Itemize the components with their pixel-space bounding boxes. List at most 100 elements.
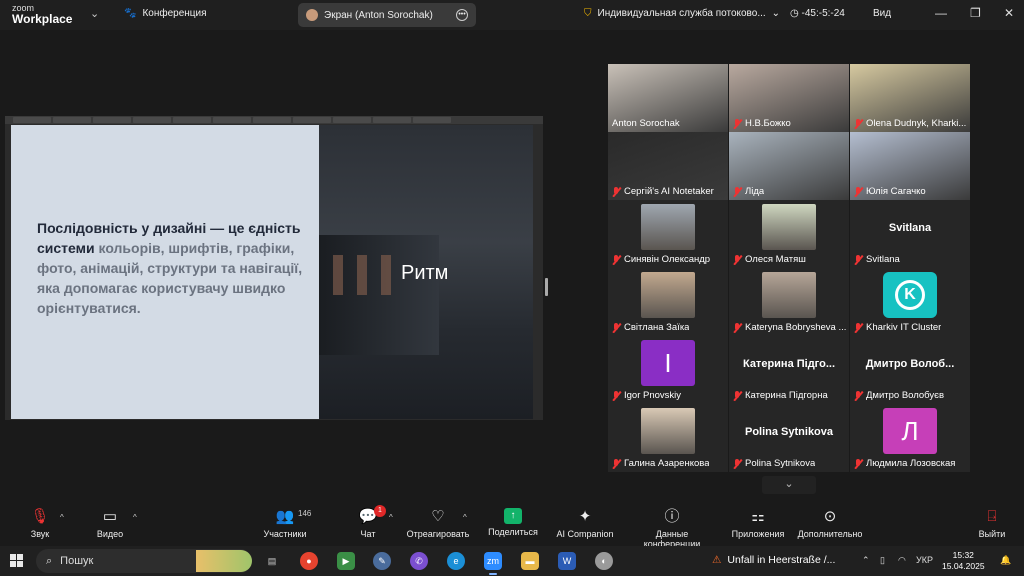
participant-tile[interactable]: Н.В.Божко: [729, 64, 849, 132]
participant-tile[interactable]: Синявін Олександр: [608, 200, 728, 268]
task-view-icon[interactable]: ▤: [263, 552, 281, 570]
zoom-taskbar-icon[interactable]: zm: [484, 552, 502, 575]
meet-icon[interactable]: ▶: [337, 552, 355, 570]
mic-muted-icon: 🎙: [30, 508, 50, 525]
participant-display-name: Svitlana: [888, 222, 932, 234]
mic-muted-icon: [733, 186, 742, 197]
participant-gallery: Anton Sorochak Н.В.Божко Olena Dudnyk, Kha…: [608, 64, 970, 472]
windows-taskbar: ⌕ Пошук ▤ ● ▶ ✎ ✆ e zm ▬ W ◐ ⚠ Unfall in…: [0, 546, 1024, 576]
participant-tile[interactable]: I Igor Pnovskiy: [608, 336, 728, 404]
more-icon[interactable]: •••: [456, 9, 468, 21]
notification-bell-icon[interactable]: 🔔: [1000, 555, 1011, 566]
wifi-icon[interactable]: ◠: [898, 555, 906, 566]
participant-tile[interactable]: Олеся Матяш: [729, 200, 849, 268]
participant-name-label: Ліда: [733, 186, 764, 197]
participants-button[interactable]: 👥 146 Участники: [245, 508, 325, 539]
streaming-service-button[interactable]: ⛉ Индивидуальная служба потоково... ⌄: [584, 8, 780, 19]
search-highlight-image: [196, 550, 252, 572]
taskbar-clock[interactable]: 15:32 15.04.2025: [942, 550, 985, 572]
participant-tile[interactable]: Галина Азаренкова: [608, 404, 728, 472]
participant-tile[interactable]: Світлана Заїка: [608, 268, 728, 336]
slide-body-text: Послідовність у дизайні — це єдність сис…: [37, 220, 303, 316]
apps-button[interactable]: ⚏ Приложения: [718, 508, 798, 539]
mic-muted-icon: [854, 118, 863, 129]
ai-companion-button[interactable]: ✦ AI Companion: [545, 508, 625, 539]
participant-tile[interactable]: Polina Sytnikova Polina Sytnikova: [729, 404, 849, 472]
more-button[interactable]: ⊙ Дополнительно: [790, 508, 870, 539]
mic-muted-icon: [854, 390, 863, 401]
mic-muted-icon: [612, 322, 621, 333]
search-icon: ⌕: [46, 554, 53, 567]
participant-avatar: [641, 204, 695, 250]
participant-avatar: [641, 272, 695, 318]
video-button[interactable]: ▭ Видео: [70, 508, 150, 539]
participant-tile[interactable]: Юлія Сагачко: [850, 132, 970, 200]
view-button[interactable]: Вид: [873, 8, 891, 19]
avatar-icon: [306, 9, 318, 21]
language-indicator[interactable]: УКР: [916, 555, 933, 565]
participant-name-label: Дмитро Волобуєв: [854, 390, 944, 401]
chat-icon: 💬: [358, 508, 378, 525]
exit-icon: ⍈: [987, 508, 997, 525]
news-notification[interactable]: ⚠ Unfall in Heerstraße /...: [712, 554, 835, 566]
app-icon[interactable]: ✎: [373, 552, 391, 570]
participant-name-label: Катерина Підгорна: [733, 390, 828, 401]
clock-icon: ◷: [790, 8, 799, 19]
taskbar-search[interactable]: ⌕ Пошук: [36, 549, 252, 573]
audio-options-caret[interactable]: ^: [60, 513, 64, 522]
video-options-caret[interactable]: ^: [133, 513, 137, 522]
more-icon: ⊙: [823, 508, 837, 525]
chat-badge: 1: [374, 505, 386, 517]
windows-start-icon[interactable]: [10, 554, 23, 567]
participant-name-label: Olena Dudnyk, Kharki...: [854, 118, 966, 129]
participant-tile[interactable]: Olena Dudnyk, Kharki...: [850, 64, 970, 132]
mic-muted-icon: [612, 458, 621, 469]
share-screen-button[interactable]: ↑ Поделиться: [473, 508, 553, 537]
chevron-down-icon[interactable]: ⌄: [90, 7, 99, 20]
battery-icon[interactable]: ▯: [880, 555, 885, 566]
mic-muted-icon: [612, 254, 621, 265]
shared-screen: Послідовність у дизайні — це єдність сис…: [5, 116, 543, 420]
app-icon[interactable]: ◐: [595, 552, 613, 570]
participant-tile[interactable]: Anton Sorochak: [608, 64, 728, 132]
word-icon[interactable]: W: [558, 552, 576, 570]
participant-tile[interactable]: K Kharkiv IT Cluster: [850, 268, 970, 336]
car-warning-icon: ⚠: [712, 554, 722, 566]
viber-icon[interactable]: ✆: [410, 552, 428, 570]
gallery-scroll-down-button[interactable]: ⌄: [762, 476, 816, 494]
participant-tile[interactable]: Дмитро Волоб... Дмитро Волобуєв: [850, 336, 970, 404]
mic-muted-icon: [733, 254, 742, 265]
participant-tile[interactable]: Svitlana Svitlana: [850, 200, 970, 268]
chevron-up-icon[interactable]: ⌃: [862, 555, 870, 566]
meeting-info-toolbar-button[interactable]: ⓘ Данные конференции: [627, 508, 717, 549]
leave-button[interactable]: ⍈ Выйти: [952, 508, 1024, 539]
participant-initial: Л: [883, 408, 937, 454]
audio-button[interactable]: 🎙 Звук: [0, 508, 80, 539]
participant-name-label: Н.В.Божко: [733, 118, 791, 129]
paw-icon: 🐾: [124, 8, 137, 19]
meeting-info-button[interactable]: 🐾 Конференция: [124, 8, 207, 19]
edge-icon[interactable]: e: [447, 552, 465, 570]
react-options-caret[interactable]: ^: [463, 513, 467, 522]
minimize-icon[interactable]: —: [935, 6, 947, 20]
title-bar: zoom Workplace ⌄ 🐾 Конференция Экран (An…: [0, 0, 1024, 30]
participant-tile[interactable]: Сергій's AI Notetaker: [608, 132, 728, 200]
participant-name-label: Олеся Матяш: [733, 254, 806, 265]
close-icon[interactable]: ✕: [1004, 6, 1014, 20]
participant-tile[interactable]: Л Людмила Лозовская: [850, 404, 970, 472]
split-resize-handle[interactable]: [545, 278, 548, 296]
participant-name-label: Світлана Заїка: [612, 322, 689, 333]
participant-tile[interactable]: Kateryna Bobrysheva ...: [729, 268, 849, 336]
maximize-icon[interactable]: ❐: [970, 6, 981, 20]
participant-tile[interactable]: Ліда: [729, 132, 849, 200]
screen-share-indicator[interactable]: Экран (Anton Sorochak) •••: [298, 3, 476, 27]
chrome-icon[interactable]: ●: [300, 552, 318, 570]
chat-button[interactable]: 💬 1 Чат: [328, 505, 408, 539]
shield-icon: ⛉: [584, 8, 592, 19]
folder-icon[interactable]: ▬: [521, 552, 539, 570]
participant-name-label: Синявін Олександр: [612, 254, 710, 265]
chat-options-caret[interactable]: ^: [389, 513, 393, 522]
participant-tile[interactable]: Катерина Підго... Катерина Підгорна: [729, 336, 849, 404]
mic-muted-icon: [854, 322, 863, 333]
mic-muted-icon: [733, 390, 742, 401]
